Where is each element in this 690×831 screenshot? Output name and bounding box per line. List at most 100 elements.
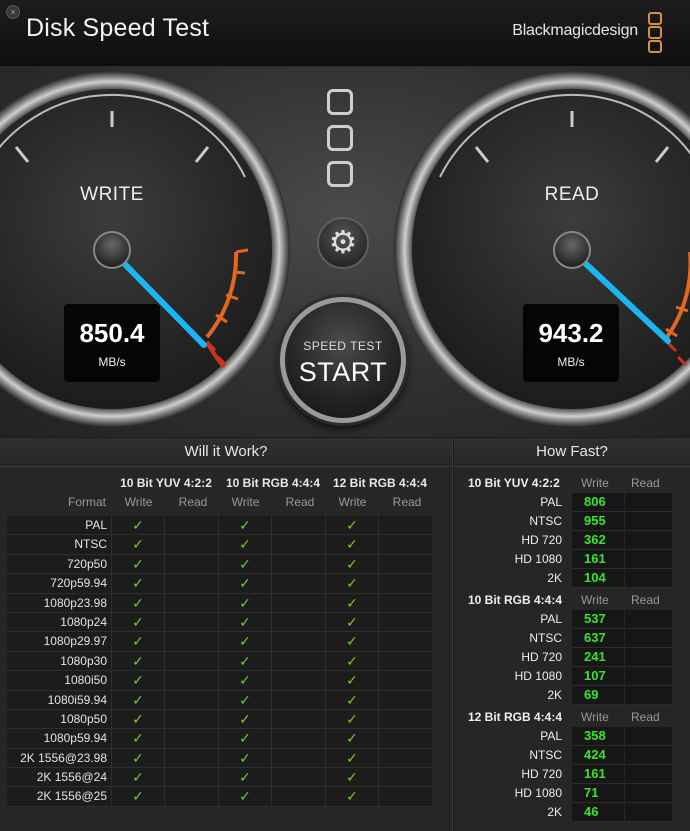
read-check-cell <box>378 574 432 594</box>
read-check-cell <box>378 690 432 710</box>
read-check-cell <box>271 651 325 672</box>
write-check-cell: ✓ <box>218 690 271 710</box>
checkmark-icon: ✓ <box>346 536 358 553</box>
write-check-cell: ✓ <box>111 690 164 710</box>
format-row: 720p50 ✓ ✓ ✓ <box>7 554 432 575</box>
how-fast-format-label: PAL <box>540 729 562 743</box>
col-header-write: Write <box>231 495 260 509</box>
checkmark-icon: ✓ <box>346 555 358 572</box>
checkmark-icon: ✓ <box>346 652 358 669</box>
write-check-cell: ✓ <box>111 787 164 807</box>
write-check-cell: ✓ <box>325 748 378 769</box>
read-check-cell <box>271 554 325 575</box>
gauge-area: WRITE READ 850.4 MB/s 943.2 MB/s ⚙ SPEED… <box>0 67 690 437</box>
start-button-label: START <box>298 357 388 387</box>
read-check-cell <box>164 535 218 555</box>
read-check-cell <box>164 671 218 691</box>
checkmark-icon: ✓ <box>132 672 144 689</box>
how-fast-read-value <box>625 667 672 686</box>
how-fast-row: PAL 358 <box>454 727 690 746</box>
write-check-cell: ✓ <box>111 535 164 555</box>
read-speed-readout: 943.2 MB/s <box>523 304 619 382</box>
write-check-cell: ✓ <box>111 651 164 672</box>
how-fast-col-read: Read <box>631 593 660 607</box>
read-check-cell <box>271 671 325 691</box>
how-fast-row: HD 1080 107 <box>454 667 690 686</box>
will-it-work-panel: Will it Work? 10 Bit YUV 4:2:2 10 Bit RG… <box>0 438 453 831</box>
how-fast-format-label: 2K <box>547 571 562 585</box>
brand-name: Blackmagicdesign <box>512 22 638 39</box>
how-fast-format-label: NTSC <box>529 748 562 762</box>
checkmark-icon: ✓ <box>346 594 358 611</box>
format-label: 720p50 <box>7 554 111 575</box>
how-fast-format-label: NTSC <box>529 514 562 528</box>
read-check-cell <box>164 729 218 749</box>
close-button[interactable]: × <box>6 5 20 19</box>
write-check-cell: ✓ <box>111 671 164 691</box>
write-check-cell: ✓ <box>218 671 271 691</box>
write-check-cell: ✓ <box>218 554 271 575</box>
group-header-rgb444-12: 12 Bit RGB 4:4:4 <box>332 476 428 490</box>
how-fast-format-label: PAL <box>540 612 562 626</box>
format-column-header: Format <box>67 495 106 509</box>
how-fast-read-value <box>625 765 672 784</box>
read-check-cell <box>271 787 325 807</box>
format-label: 720p59.94 <box>7 574 111 594</box>
how-fast-write-value: 358 <box>572 727 624 746</box>
how-fast-write-value: 537 <box>572 610 624 629</box>
col-header-read: Read <box>392 495 422 509</box>
checkmark-icon: ✓ <box>346 710 358 727</box>
write-check-cell: ✓ <box>325 612 378 633</box>
checkmark-icon: ✓ <box>346 730 358 747</box>
read-check-cell <box>271 612 325 633</box>
read-check-cell <box>271 690 325 710</box>
start-button[interactable]: SPEED TEST START <box>280 297 406 423</box>
how-fast-write-value: 955 <box>572 512 624 531</box>
how-fast-format-label: 2K <box>547 805 562 819</box>
how-fast-write-value: 161 <box>572 765 624 784</box>
group-header-rgb444-10: 10 Bit RGB 4:4:4 <box>225 476 321 490</box>
format-label: 2K 1556@24 <box>7 768 111 788</box>
drive-slot-1[interactable] <box>327 89 353 115</box>
write-check-cell: ✓ <box>218 574 271 594</box>
write-check-cell: ✓ <box>218 632 271 652</box>
checkmark-icon: ✓ <box>132 652 144 669</box>
col-header-write: Write <box>338 495 367 509</box>
read-check-cell <box>164 690 218 710</box>
will-it-work-title: Will it Work? <box>0 438 452 467</box>
write-check-cell: ✓ <box>111 729 164 749</box>
format-row: 1080p29.97 ✓ ✓ ✓ <box>7 632 432 652</box>
read-check-cell <box>271 535 325 555</box>
format-label: 2K 1556@25 <box>7 787 111 807</box>
checkmark-icon: ✓ <box>132 517 144 533</box>
write-check-cell: ✓ <box>111 593 164 613</box>
format-label: 1080p24 <box>7 612 111 633</box>
drive-slot-2[interactable] <box>327 125 353 151</box>
checkmark-icon: ✓ <box>132 788 144 805</box>
checkmark-icon: ✓ <box>239 769 251 786</box>
write-check-cell: ✓ <box>111 516 164 536</box>
brand-logo-icon <box>648 12 662 54</box>
how-fast-row: PAL 537 <box>454 610 690 629</box>
col-header-read: Read <box>178 495 208 509</box>
format-label: 1080i59.94 <box>7 690 111 710</box>
read-check-cell <box>271 729 325 749</box>
how-fast-col-write: Write <box>581 476 609 490</box>
write-speed-unit: MB/s <box>98 355 126 369</box>
format-label: 1080i50 <box>7 671 111 691</box>
write-gauge-label: WRITE <box>80 184 144 205</box>
read-check-cell <box>271 768 325 788</box>
read-check-cell <box>164 748 218 769</box>
settings-button[interactable]: ⚙ <box>317 217 369 269</box>
write-check-cell: ✓ <box>218 787 271 807</box>
checkmark-icon: ✓ <box>239 788 251 805</box>
how-fast-title: How Fast? <box>454 438 690 467</box>
how-fast-format-label: HD 1080 <box>514 669 562 683</box>
checkmark-icon: ✓ <box>132 536 144 553</box>
write-check-cell: ✓ <box>325 632 378 652</box>
checkmark-icon: ✓ <box>239 517 251 533</box>
drive-slot-3[interactable] <box>327 161 353 187</box>
how-fast-read-value <box>625 531 672 550</box>
read-check-cell <box>164 612 218 633</box>
write-check-cell: ✓ <box>111 612 164 633</box>
